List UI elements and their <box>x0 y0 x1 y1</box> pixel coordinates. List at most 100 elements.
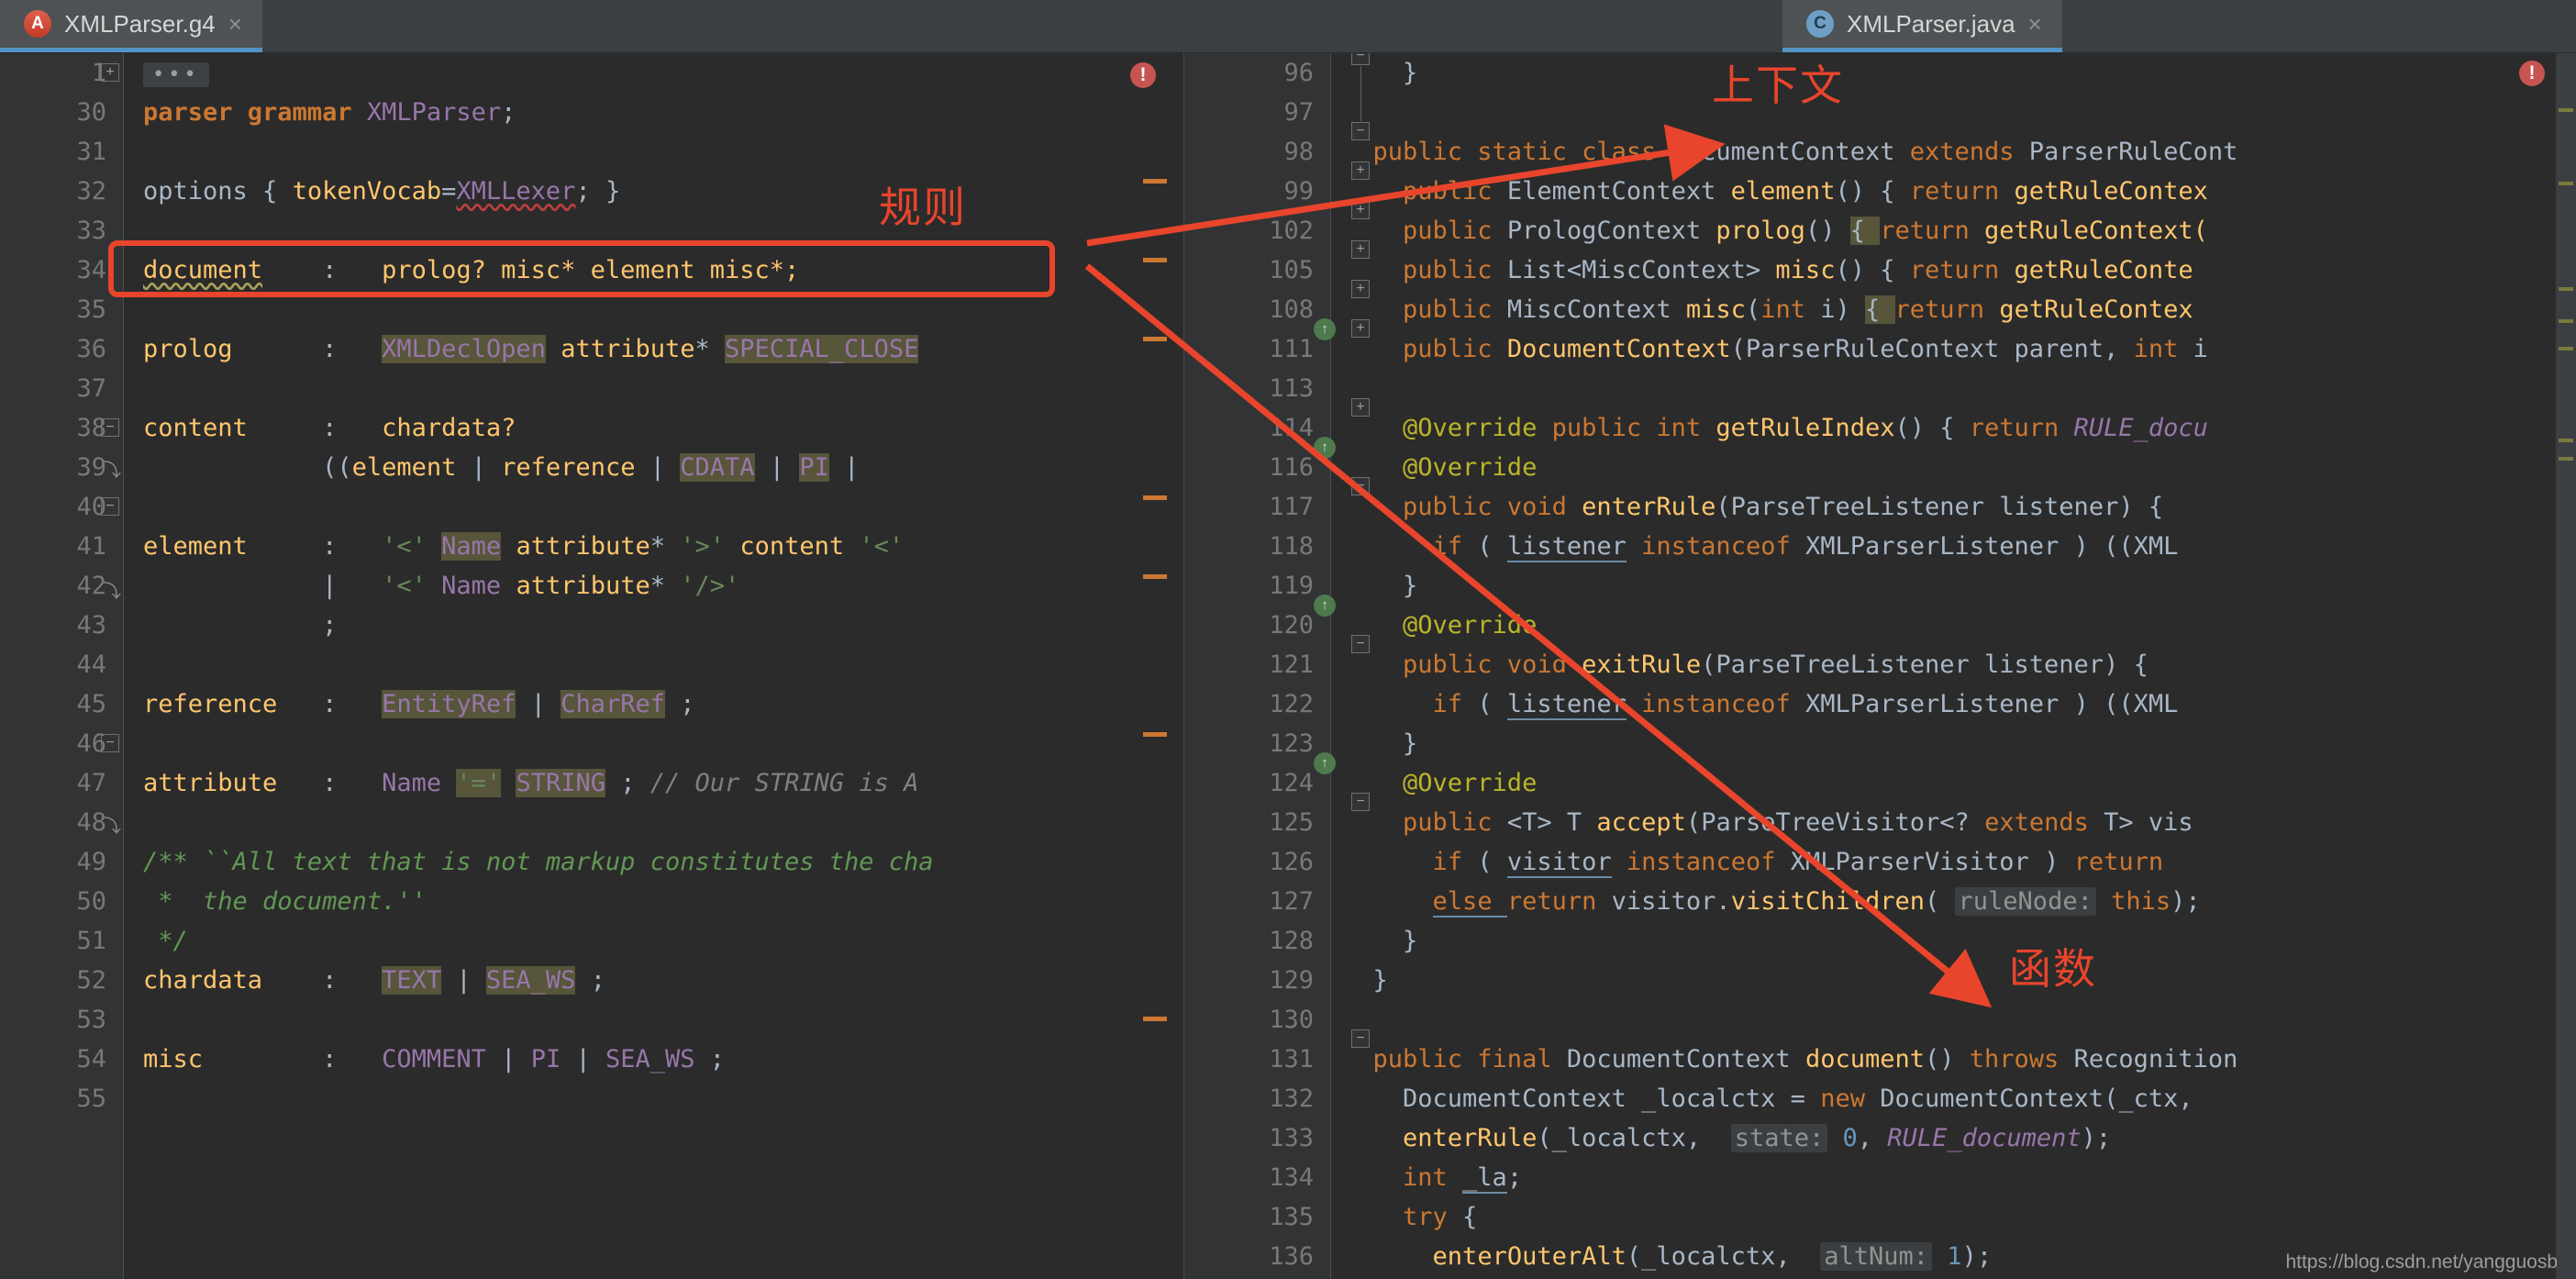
code-line[interactable]: 126 if ( visitor instanceof XMLParserVis… <box>1184 842 2576 882</box>
code-line[interactable]: 46 <box>0 724 1183 763</box>
code-line[interactable]: 124 @Override <box>1184 763 2576 803</box>
code-line[interactable]: 135 try { <box>1184 1197 2576 1237</box>
code-line[interactable]: 119 } <box>1184 566 2576 606</box>
ide-window: A XMLParser.g4 × C XMLParser.java × + − … <box>0 0 2576 1279</box>
line-content: document : prolog? misc* element misc*; <box>143 256 800 284</box>
code-line[interactable]: 43 ; <box>0 606 1183 645</box>
code-line[interactable]: 132 DocumentContext _localctx = new Docu… <box>1184 1079 2576 1118</box>
line-number: 119 <box>1269 572 1314 600</box>
code-line[interactable]: 117 public void enterRule(ParseTreeListe… <box>1184 487 2576 527</box>
left-code-lines[interactable]: 1 ••• 30 parser grammar XMLParser; 31 32… <box>0 53 1183 1118</box>
code-line[interactable]: 129 } <box>1184 961 2576 1000</box>
code-line[interactable]: 120 @Override <box>1184 606 2576 645</box>
folded-region-icon[interactable]: ••• <box>143 62 209 87</box>
code-line[interactable]: 121 public void exitRule(ParseTreeListen… <box>1184 645 2576 684</box>
code-line[interactable]: 38 content : chardata? <box>0 408 1183 448</box>
code-line[interactable]: 37 <box>0 369 1183 408</box>
code-line[interactable]: 99 public ElementContext element() { ret… <box>1184 172 2576 211</box>
line-number: 113 <box>1269 374 1314 403</box>
code-line[interactable]: 131 public final DocumentContext documen… <box>1184 1040 2576 1079</box>
code-line[interactable]: 114 @Override public int getRuleIndex() … <box>1184 408 2576 448</box>
error-indicator-icon[interactable]: ! <box>1130 62 1156 88</box>
line-content: | '<' Name attribute* '/>' <box>143 572 740 600</box>
code-line[interactable]: 36 prolog : XMLDeclOpen attribute* SPECI… <box>0 329 1183 369</box>
code-line[interactable]: 54 misc : COMMENT | PI | SEA_WS ; <box>0 1040 1183 1079</box>
error-indicator-icon[interactable]: ! <box>2519 61 2545 86</box>
code-line[interactable]: 47 attribute : Name '=' STRING ; // Our … <box>0 763 1183 803</box>
line-number: 125 <box>1269 808 1314 837</box>
code-line[interactable]: 97 <box>1184 93 2576 132</box>
code-line[interactable]: 48 <box>0 803 1183 842</box>
line-number: 32 <box>76 177 106 206</box>
code-line[interactable]: 40 <box>0 487 1183 527</box>
right-code-lines[interactable]: 96 } 97 98 public static class DocumentC… <box>1184 53 2576 1279</box>
line-number: 50 <box>76 887 106 916</box>
code-line[interactable]: 42 | '<' Name attribute* '/>' <box>0 566 1183 606</box>
code-line[interactable]: 44 <box>0 645 1183 684</box>
line-content: ••• <box>123 59 209 87</box>
editor-pane-java[interactable]: − − + + + + + + − − − − ↑ ↑ ↑ ↑ 96 } 97 … <box>1183 53 2576 1279</box>
code-line[interactable]: 49 /** ``All text that is not markup con… <box>0 842 1183 882</box>
code-line[interactable]: 118 if ( listener instanceof XMLParserLi… <box>1184 527 2576 566</box>
code-line[interactable]: 113 <box>1184 369 2576 408</box>
close-icon[interactable]: × <box>2028 10 2042 39</box>
line-number: 129 <box>1269 966 1314 995</box>
code-line[interactable]: 116 @Override <box>1184 448 2576 487</box>
code-line[interactable]: 33 <box>0 211 1183 250</box>
code-line[interactable]: 96 } <box>1184 53 2576 93</box>
code-line[interactable]: 127 else return visitor.visitChildren( r… <box>1184 882 2576 921</box>
tab-xmlparser-java[interactable]: C XMLParser.java × <box>1782 0 2062 52</box>
code-line[interactable]: 50 * the document.'' <box>0 882 1183 921</box>
code-line-document-rule[interactable]: 34 document : prolog? misc* element misc… <box>0 250 1183 290</box>
code-line[interactable]: 35 <box>0 290 1183 329</box>
code-line[interactable]: 39 ((element | reference | CDATA | PI | <box>0 448 1183 487</box>
code-line[interactable]: 98 public static class DocumentContext e… <box>1184 132 2576 172</box>
scrollbar-mark <box>2559 347 2573 350</box>
code-line[interactable]: 55 <box>0 1079 1183 1118</box>
close-icon[interactable]: × <box>228 10 242 39</box>
line-number: 127 <box>1269 887 1314 916</box>
code-line[interactable]: 45 reference : EntityRef | CharRef ; <box>0 684 1183 724</box>
left-tabbar: A XMLParser.g4 × <box>0 0 1183 53</box>
code-line[interactable]: 31 <box>0 132 1183 172</box>
line-number: 96 <box>1283 59 1314 87</box>
line-content: try { <box>1343 1203 1478 1231</box>
line-number: 116 <box>1269 453 1314 482</box>
line-content: chardata : TEXT | SEA_WS ; <box>143 966 605 995</box>
editor-scrollbar[interactable] <box>2556 53 2576 1279</box>
editor-pane-g4[interactable]: + − ⤵ − ⤵ − ⤵ 1 ••• 30 parser grammar XM… <box>0 53 1183 1279</box>
line-number: 45 <box>76 690 106 718</box>
code-line[interactable]: 105 public List<MiscContext> misc() { re… <box>1184 250 2576 290</box>
code-line[interactable]: 41 element : '<' Name attribute* '>' con… <box>0 527 1183 566</box>
code-line[interactable]: 122 if ( listener instanceof XMLParserLi… <box>1184 684 2576 724</box>
code-line[interactable]: 125 public <T> T accept(ParseTreeVisitor… <box>1184 803 2576 842</box>
code-line[interactable]: 52 chardata : TEXT | SEA_WS ; <box>0 961 1183 1000</box>
code-line[interactable]: 133 enterRule(_localctx, state: 0, RULE_… <box>1184 1118 2576 1158</box>
code-line[interactable]: 51 */ <box>0 921 1183 961</box>
code-line[interactable]: 102 public PrologContext prolog() { retu… <box>1184 211 2576 250</box>
line-number: 131 <box>1269 1045 1314 1073</box>
code-line[interactable]: 1 ••• <box>0 53 1183 93</box>
code-line[interactable]: 128 } <box>1184 921 2576 961</box>
tab-xmlparser-g4[interactable]: A XMLParser.g4 × <box>0 0 262 52</box>
line-content: */ <box>143 927 188 955</box>
code-line[interactable]: 134 int _la; <box>1184 1158 2576 1197</box>
line-content: element : '<' Name attribute* '>' conten… <box>143 532 905 561</box>
code-line[interactable]: 53 <box>0 1000 1183 1040</box>
line-number: 54 <box>76 1045 106 1073</box>
code-line[interactable]: 130 <box>1184 1000 2576 1040</box>
line-content: ; <box>143 611 338 640</box>
code-line[interactable]: 111 public DocumentContext(ParserRuleCon… <box>1184 329 2576 369</box>
code-line[interactable]: 123 } <box>1184 724 2576 763</box>
code-line[interactable]: 32 options { tokenVocab=XMLLexer; } <box>0 172 1183 211</box>
line-content: @Override public int getRuleIndex() { re… <box>1343 414 2208 442</box>
code-line[interactable]: 108 public MiscContext misc(int i) { ret… <box>1184 290 2576 329</box>
line-number: 130 <box>1269 1006 1314 1034</box>
line-content: } <box>1343 966 1388 995</box>
line-number: 108 <box>1269 295 1314 324</box>
scrollbar-mark <box>2559 108 2573 112</box>
line-content: options { tokenVocab=XMLLexer; } <box>143 177 621 206</box>
scrollbar-mark <box>2559 439 2573 442</box>
line-number: 102 <box>1269 217 1314 245</box>
code-line[interactable]: 30 parser grammar XMLParser; <box>0 93 1183 132</box>
